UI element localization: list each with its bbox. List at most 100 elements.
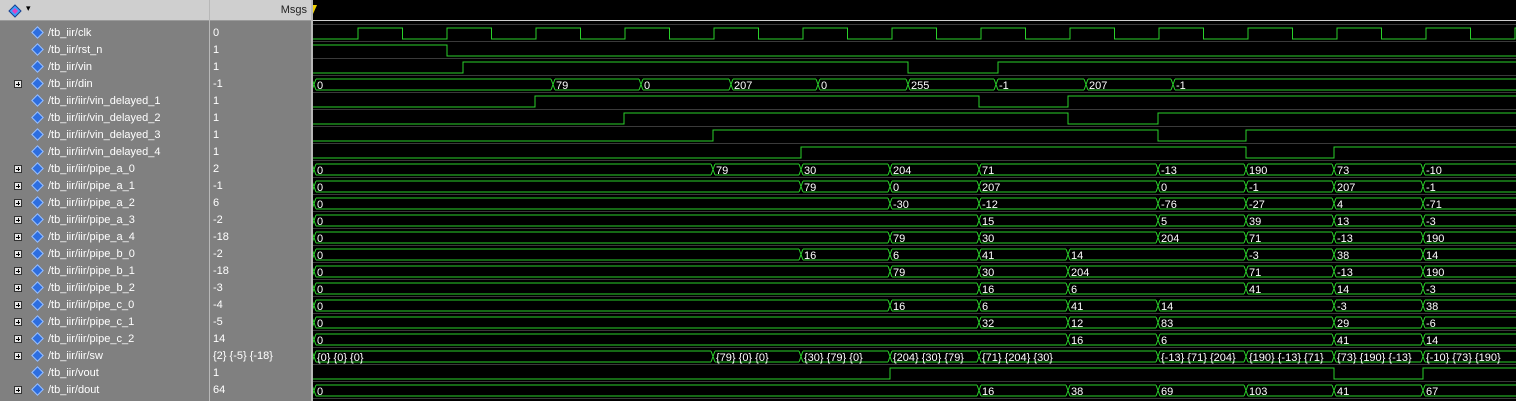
signal-row[interactable]: /tb_iir/iir/vin_delayed_3 1 xyxy=(0,127,311,144)
signal-name[interactable]: /tb_iir/iir/pipe_a_1 xyxy=(48,178,135,195)
signal-name[interactable]: /tb_iir/iir/pipe_a_3 xyxy=(48,212,135,229)
bus-transition xyxy=(887,163,893,176)
expand-icon[interactable] xyxy=(14,80,22,88)
expand-icon[interactable] xyxy=(14,216,22,224)
bus-transition xyxy=(1420,197,1426,210)
signal-row[interactable]: /tb_iir/iir/pipe_b_2 -3 xyxy=(0,280,311,297)
expand-icon[interactable] xyxy=(14,386,22,394)
waveform-8: 0 79 30 204 71 -13 190 73 -10 xyxy=(313,163,1516,177)
signal-row[interactable]: /tb_iir/iir/pipe_a_1 -1 xyxy=(0,178,311,195)
expand-icon[interactable] xyxy=(14,233,22,241)
expand-icon[interactable] xyxy=(14,267,22,275)
bus-value-label: 204 xyxy=(1161,233,1179,245)
bus-transition xyxy=(1243,248,1249,261)
expand-icon[interactable] xyxy=(14,182,22,190)
signal-name[interactable]: /tb_iir/iir/vin_delayed_3 xyxy=(48,127,161,144)
signal-name[interactable]: /tb_iir/clk xyxy=(48,25,91,42)
signal-name[interactable]: /tb_iir/iir/vin_delayed_1 xyxy=(48,93,161,110)
signal-diamond-icon xyxy=(31,281,44,294)
signal-diamond-icon xyxy=(31,43,44,56)
expand-icon[interactable] xyxy=(14,352,22,360)
signal-row[interactable]: /tb_iir/vout 1 xyxy=(0,365,311,382)
signal-row[interactable]: /tb_iir/clk 0 xyxy=(0,25,311,42)
signal-row[interactable]: /tb_iir/iir/vin_delayed_4 1 xyxy=(0,144,311,161)
signal-name[interactable]: /tb_iir/vin xyxy=(48,59,92,76)
signal-name[interactable]: /tb_iir/iir/pipe_b_2 xyxy=(48,280,135,297)
signal-value: 1 xyxy=(213,95,220,107)
signal-row[interactable]: /tb_iir/din -1 xyxy=(0,76,311,93)
signal-row[interactable]: /tb_iir/iir/pipe_a_3 -2 xyxy=(0,212,311,229)
signal-name[interactable]: /tb_iir/iir/sw xyxy=(48,348,103,365)
bus-value-label: 79 xyxy=(893,233,905,245)
bus-value-label: 207 xyxy=(982,182,1000,194)
signal-value: -2 xyxy=(213,214,223,226)
signal-row[interactable]: /tb_iir/iir/pipe_b_0 -2 xyxy=(0,246,311,263)
signal-name[interactable]: /tb_iir/dout xyxy=(48,382,99,399)
chevron-down-icon[interactable]: ▾ xyxy=(26,3,31,14)
bus-value-label: 190 xyxy=(1426,267,1444,279)
expand-icon[interactable] xyxy=(14,284,22,292)
bus-value-label: 73 xyxy=(1337,165,1349,177)
signal-name[interactable]: /tb_iir/iir/pipe_b_1 xyxy=(48,263,135,280)
signal-value: -5 xyxy=(213,316,223,328)
signal-name[interactable]: /tb_iir/iir/pipe_c_0 xyxy=(48,297,134,314)
signal-diamond-icon xyxy=(31,60,44,73)
bus-transition xyxy=(976,265,982,278)
bus-value-label: 14 xyxy=(1426,250,1438,262)
signal-name[interactable]: /tb_iir/iir/pipe_a_2 xyxy=(48,195,135,212)
expand-icon[interactable] xyxy=(14,250,22,258)
signal-name[interactable]: /tb_iir/iir/pipe_a_0 xyxy=(48,161,135,178)
expand-icon[interactable] xyxy=(14,301,22,309)
bus-transition xyxy=(887,231,893,244)
signal-row[interactable]: /tb_iir/iir/pipe_c_0 -4 xyxy=(0,297,311,314)
signal-row[interactable]: /tb_iir/iir/pipe_c_1 -5 xyxy=(0,314,311,331)
signal-row[interactable]: /tb_iir/iir/sw {2} {-5} {-18} xyxy=(0,348,311,365)
expand-icon[interactable] xyxy=(14,318,22,326)
signal-row[interactable]: /tb_iir/iir/pipe_a_4 -18 xyxy=(0,229,311,246)
bus-transition xyxy=(1155,384,1161,397)
expand-icon[interactable] xyxy=(14,335,22,343)
signal-row[interactable]: /tb_iir/iir/vin_delayed_1 1 xyxy=(0,93,311,110)
signal-row[interactable]: /tb_iir/rst_n 1 xyxy=(0,42,311,59)
signal-name[interactable]: /tb_iir/iir/pipe_b_0 xyxy=(48,246,135,263)
bus-transition xyxy=(1420,350,1426,363)
signal-name[interactable]: /tb_iir/iir/vin_delayed_4 xyxy=(48,144,161,161)
signal-row[interactable]: /tb_iir/iir/pipe_c_2 14 xyxy=(0,331,311,348)
bus-transition xyxy=(976,231,982,244)
signal-name[interactable]: /tb_iir/din xyxy=(48,76,93,93)
bus-value-label: {-10} {73} {190} xyxy=(1426,352,1501,364)
signal-row[interactable]: /tb_iir/iir/vin_delayed_2 1 xyxy=(0,110,311,127)
bus-transition xyxy=(905,78,911,91)
signal-name[interactable]: /tb_iir/iir/pipe_c_1 xyxy=(48,314,134,331)
bus-transition xyxy=(1243,231,1249,244)
waveform-area[interactable]: 0 79 0 207 0 255 -1 207 -10 79 30 204 71 -13 190 73 -100… xyxy=(313,0,1516,401)
signal-row[interactable]: /tb_iir/iir/pipe_a_0 2 xyxy=(0,161,311,178)
signal-diamond-icon xyxy=(31,315,44,328)
signal-row[interactable]: /tb_iir/dout 64 xyxy=(0,382,311,399)
bus-transition xyxy=(1420,231,1426,244)
bus-value-label: 41 xyxy=(1249,284,1261,296)
bus-transition xyxy=(1155,299,1161,312)
bus-transition xyxy=(1331,180,1337,193)
signal-diamond-icon xyxy=(31,179,44,192)
expand-icon[interactable] xyxy=(14,199,22,207)
signal-name[interactable]: /tb_iir/rst_n xyxy=(48,42,102,59)
bus-value-label: 38 xyxy=(1337,250,1349,262)
bus-transition xyxy=(1243,350,1249,363)
signal-name[interactable]: /tb_iir/iir/pipe_c_2 xyxy=(48,331,134,348)
signal-diamond-icon xyxy=(31,332,44,345)
signal-name[interactable]: /tb_iir/vout xyxy=(48,365,99,382)
waveform-0 xyxy=(313,27,1516,40)
wave-tools-icon[interactable] xyxy=(8,4,22,18)
bus-transition xyxy=(1083,78,1089,91)
signal-name[interactable]: /tb_iir/iir/vin_delayed_2 xyxy=(48,110,161,127)
signal-name[interactable]: /tb_iir/iir/pipe_a_4 xyxy=(48,229,135,246)
signal-row[interactable]: /tb_iir/iir/pipe_b_1 -18 xyxy=(0,263,311,280)
bus-transition xyxy=(313,180,317,193)
expand-icon[interactable] xyxy=(14,165,22,173)
signal-row[interactable]: /tb_iir/iir/pipe_a_2 6 xyxy=(0,195,311,212)
bus-value-label: 0 xyxy=(317,182,323,194)
signal-row[interactable]: /tb_iir/vin 1 xyxy=(0,59,311,76)
bus-value-label: 41 xyxy=(1337,386,1349,398)
bus-value-label: -76 xyxy=(1161,199,1177,211)
